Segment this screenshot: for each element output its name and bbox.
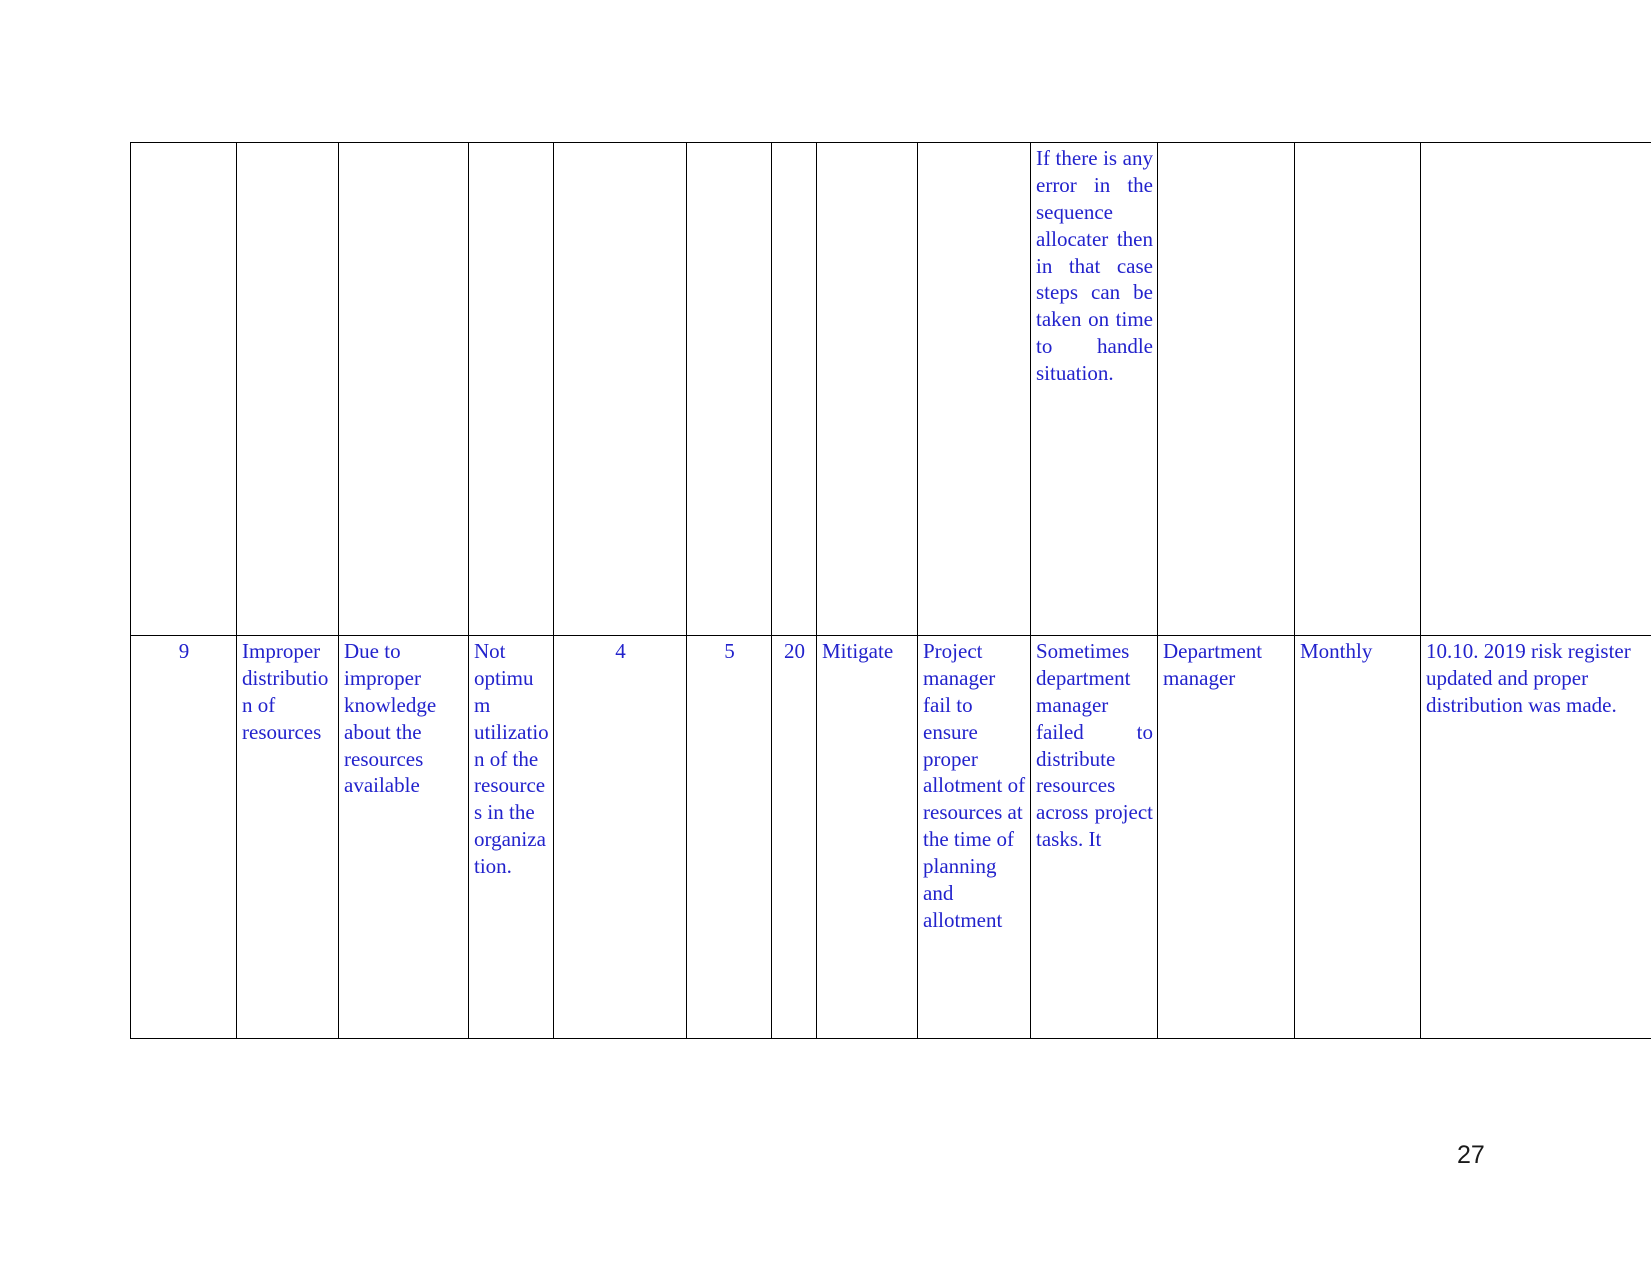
cell-text: Due to improper knowledge about the reso… bbox=[344, 639, 442, 798]
cell-review-frequency bbox=[1294, 142, 1421, 636]
table-row: If there is any error in the sequence al… bbox=[130, 142, 1651, 636]
cell-response-action: Sometimes department manager failed to d… bbox=[1030, 635, 1159, 1039]
cell-text: 10.10. 2019 risk register updated and pr… bbox=[1426, 639, 1636, 717]
cell-status-update bbox=[1420, 142, 1651, 636]
cell-text: Project manager fail to ensure proper al… bbox=[923, 639, 1031, 932]
cell-probability bbox=[553, 142, 687, 636]
cell-response-action: If there is any error in the sequence al… bbox=[1030, 142, 1159, 636]
cell-risk-name bbox=[236, 142, 339, 636]
cell-text: 9 bbox=[178, 639, 190, 663]
cell-status-update: 10.10. 2019 risk register updated and pr… bbox=[1420, 635, 1651, 1039]
cell-risk-owner: Department manager bbox=[1157, 635, 1295, 1039]
cell-review-frequency: Monthly bbox=[1294, 635, 1421, 1039]
cell-risk-score: 20 bbox=[771, 635, 817, 1039]
cell-serial-number: 9 bbox=[130, 635, 237, 1039]
cell-text: Improper distribution of resources bbox=[242, 639, 329, 744]
cell-text: Department manager bbox=[1163, 639, 1268, 690]
cell-risk-effect bbox=[468, 142, 554, 636]
cell-probability: 4 bbox=[553, 635, 687, 1039]
cell-text: Monthly bbox=[1300, 639, 1373, 663]
table-row: 9 Improper distribution of resources Due… bbox=[130, 635, 1651, 1039]
cell-text: 20 bbox=[784, 639, 805, 663]
cell-text: Sometimes department manager failed to d… bbox=[1036, 639, 1159, 852]
cell-trigger bbox=[917, 142, 1031, 636]
cell-text: 4 bbox=[615, 639, 626, 663]
cell-response-strategy bbox=[816, 142, 918, 636]
cell-response-strategy: Mitigate bbox=[816, 635, 918, 1039]
document-page: If there is any error in the sequence al… bbox=[0, 0, 1651, 1275]
cell-text: Mitigate bbox=[822, 639, 894, 663]
cell-risk-score bbox=[771, 142, 817, 636]
cell-risk-owner bbox=[1157, 142, 1295, 636]
cell-text: Not optimum utilization of the resources… bbox=[474, 639, 549, 878]
cell-trigger: Project manager fail to ensure proper al… bbox=[917, 635, 1031, 1039]
cell-text: 5 bbox=[724, 639, 735, 663]
cell-risk-cause bbox=[338, 142, 469, 636]
cell-serial-number bbox=[130, 142, 237, 636]
risk-register-table: If there is any error in the sequence al… bbox=[130, 142, 1651, 1039]
cell-risk-cause: Due to improper knowledge about the reso… bbox=[338, 635, 469, 1039]
cell-text: If there is any error in the sequence al… bbox=[1036, 146, 1159, 385]
page-number: 27 bbox=[1457, 1141, 1485, 1169]
cell-risk-name: Improper distribution of resources bbox=[236, 635, 339, 1039]
cell-impact bbox=[686, 142, 772, 636]
cell-impact: 5 bbox=[686, 635, 772, 1039]
cell-risk-effect: Not optimum utilization of the resources… bbox=[468, 635, 554, 1039]
